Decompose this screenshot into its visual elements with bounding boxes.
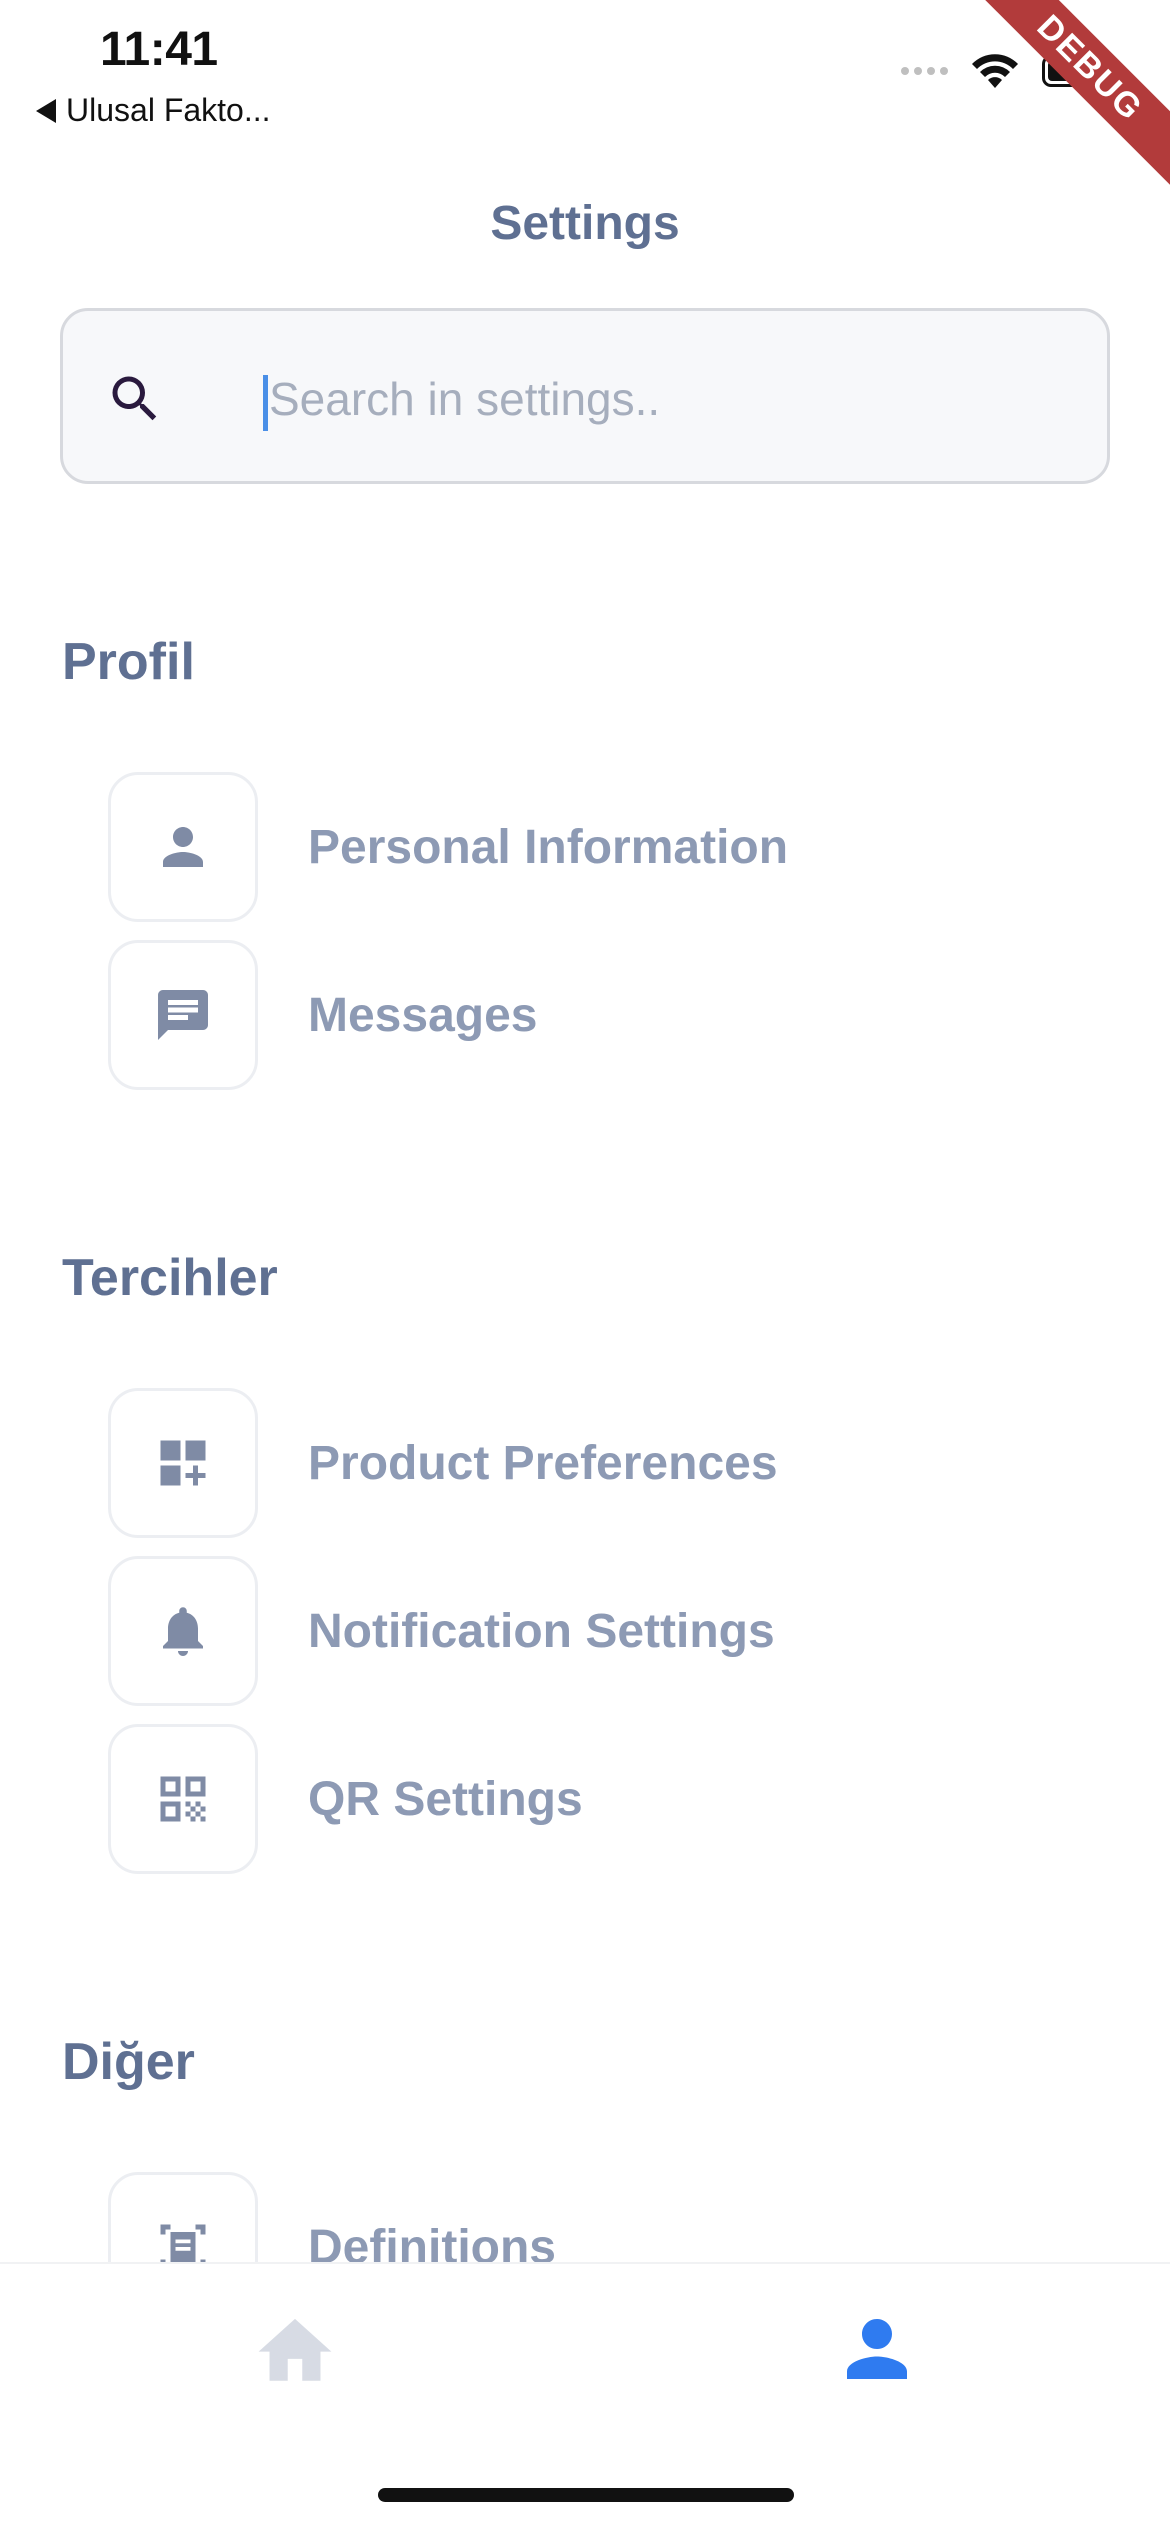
section-title-diger: Diğer xyxy=(62,2033,195,2091)
status-time: 11:41 xyxy=(100,23,218,76)
settings-item-personal-information[interactable]: Personal Information xyxy=(108,772,788,922)
back-triangle-icon xyxy=(36,98,56,123)
item-label: Notification Settings xyxy=(308,1604,775,1658)
section-title-tercihler: Tercihler xyxy=(62,1249,278,1307)
wifi-icon xyxy=(972,54,1018,88)
home-icon[interactable] xyxy=(250,2308,340,2388)
back-app-label: Ulusal Fakto... xyxy=(66,92,271,128)
item-label: QR Settings xyxy=(308,1772,583,1826)
item-icon-box xyxy=(108,1556,258,1706)
page-title: Settings xyxy=(490,197,680,250)
bell-icon xyxy=(163,1607,203,1656)
item-label: Messages xyxy=(308,988,538,1042)
item-icon-box xyxy=(108,772,258,922)
settings-item-notification-settings[interactable]: Notification Settings xyxy=(108,1556,775,1706)
item-label: Personal Information xyxy=(308,820,789,874)
qr-code-icon xyxy=(160,1776,206,1822)
cellular-signal-icon xyxy=(901,67,948,75)
item-icon-box xyxy=(108,1724,258,1874)
search-input[interactable] xyxy=(269,363,1069,435)
text-cursor xyxy=(263,375,268,431)
dashboard-add-icon xyxy=(160,1440,206,1486)
search-box[interactable] xyxy=(60,308,1110,484)
debug-banner: DEBUG xyxy=(951,0,1170,207)
item-icon-box xyxy=(108,1388,258,1538)
person-icon xyxy=(163,827,203,867)
home-indicator[interactable] xyxy=(378,2488,794,2502)
search-icon xyxy=(112,376,157,421)
settings-item-product-preferences[interactable]: Product Preferences xyxy=(108,1388,778,1538)
profile-icon[interactable] xyxy=(832,2304,922,2394)
message-icon xyxy=(158,990,208,1040)
settings-item-qr-settings[interactable]: QR Settings xyxy=(108,1724,583,1874)
back-to-app-link[interactable]: Ulusal Fakto... xyxy=(36,92,271,129)
item-icon-box xyxy=(108,940,258,1090)
section-title-profil: Profil xyxy=(62,633,195,691)
item-label: Product Preferences xyxy=(308,1436,778,1490)
settings-item-messages[interactable]: Messages xyxy=(108,940,537,1090)
